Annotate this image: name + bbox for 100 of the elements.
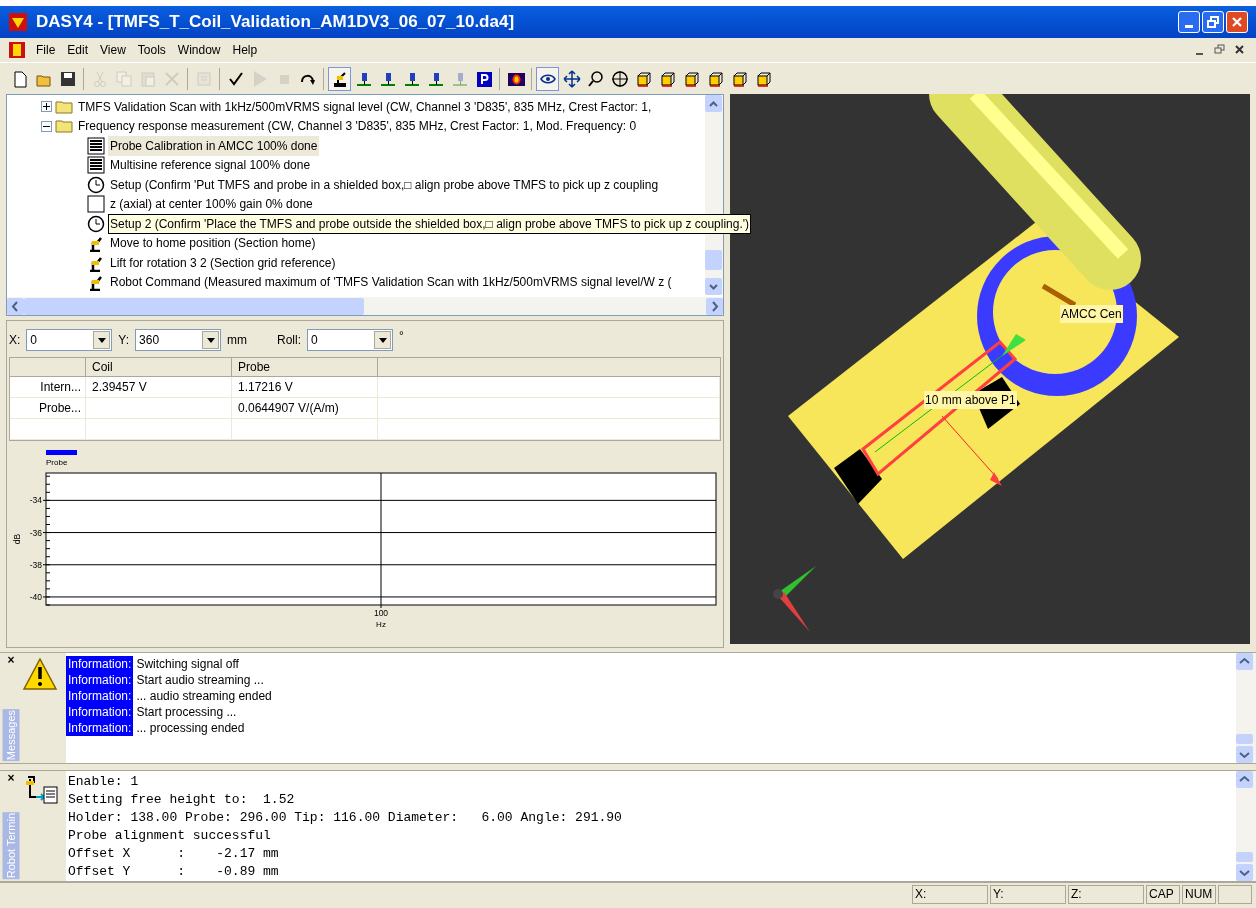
- axis-triad-drawing: [773, 566, 816, 632]
- robot-arm-button[interactable]: [328, 66, 351, 91]
- scroll-down-icon[interactable]: [1236, 746, 1253, 763]
- status-field: Z:: [1068, 885, 1144, 904]
- list-icon: [87, 156, 105, 175]
- message-text: ... audio streaming ended: [135, 688, 272, 705]
- row-header: Intern...: [40, 380, 81, 394]
- horizontal-scrollbar[interactable]: [7, 297, 723, 315]
- tree-item[interactable]: Multisine reference signal 100% done: [108, 155, 313, 176]
- collapse-toggle[interactable]: [41, 120, 52, 132]
- message-level: Information:: [66, 720, 134, 736]
- scrollbar-thumb[interactable]: [705, 250, 722, 270]
- scroll-left-icon[interactable]: [7, 297, 24, 315]
- y-tick-label: -36: [29, 527, 42, 538]
- status-field: [1218, 885, 1252, 904]
- tree-item[interactable]: Probe Calibration in AMCC 100% done: [108, 135, 320, 156]
- vertical-scrollbar[interactable]: [1236, 771, 1256, 881]
- message-level: Information:: [66, 688, 134, 704]
- message-level: Information:: [66, 704, 134, 720]
- tree-item[interactable]: Setup (Confirm 'Put TMFS and probe in a shielded box,□ align probe above TMFS to pick up z coupling: [108, 174, 661, 195]
- app-logo-icon: [8, 12, 28, 32]
- table-cell: 2.39457 V: [92, 380, 147, 394]
- expand-toggle[interactable]: [41, 101, 52, 113]
- tree-item[interactable]: Frequency response measurement (CW, Channel 3 'D835', 835 MHz, Crest Factor: 1, Mod. Frequency: 0: [76, 116, 639, 137]
- clock-icon: [87, 214, 105, 233]
- tree-item[interactable]: Setup 2 (Confirm 'Place the TMFS and probe outside the shielded box,□ align probe above TMFS to pick up z coupling.'): [108, 213, 752, 234]
- field-label: X:: [9, 332, 21, 349]
- cube-icon: [706, 69, 725, 88]
- scroll-up-icon[interactable]: [1236, 653, 1253, 670]
- menu-item[interactable]: Tools: [131, 41, 172, 59]
- scroll-down-icon[interactable]: [1236, 864, 1253, 881]
- dropdown-field[interactable]: 0: [26, 329, 113, 351]
- zoom-icon: [586, 69, 605, 88]
- close-icon: [1231, 16, 1243, 28]
- terminal-line: Offset Y : -0.89 mm: [68, 863, 280, 881]
- scroll-right-icon[interactable]: [706, 297, 723, 315]
- scrollbar-thumb[interactable]: [24, 297, 364, 315]
- y-axis-label: dB: [12, 533, 22, 545]
- tree-item[interactable]: Lift for rotation 3 2 (Section grid reference): [108, 252, 338, 273]
- dropdown-arrow-icon: [378, 337, 387, 343]
- scroll-up-icon[interactable]: [1236, 771, 1253, 788]
- x-axis-label: Hz: [376, 620, 386, 629]
- row-header: Probe...: [38, 401, 81, 415]
- cross-icon: [162, 69, 181, 88]
- status-field: CAP: [1146, 885, 1180, 904]
- tree-item[interactable]: Robot Command (Measured maximum of 'TMFS Validation Scan with 1kHz/500mVRMS signal level/W z (: [108, 272, 674, 293]
- p-letter-icon: [474, 69, 493, 88]
- table-cell: 1.17216 V: [238, 380, 293, 394]
- column-header[interactable]: Probe: [232, 358, 378, 376]
- menu-item[interactable]: Edit: [61, 41, 95, 59]
- message-text: Start processing ...: [135, 704, 237, 721]
- menu-item[interactable]: File: [30, 41, 62, 59]
- scroll-down-icon[interactable]: [709, 283, 718, 290]
- minimize-button[interactable]: [1178, 11, 1200, 33]
- dropdown-arrow-icon: [206, 337, 215, 343]
- scene-label: 10 mm above P1: [924, 391, 1017, 409]
- status-field: Y:: [990, 885, 1066, 904]
- plus-icon: [43, 103, 50, 111]
- scrollbar-thumb[interactable]: [1236, 734, 1253, 744]
- unit-label: mm: [227, 332, 248, 349]
- dropdown-field[interactable]: 0: [307, 329, 394, 351]
- column-header[interactable]: Coil: [86, 358, 232, 376]
- status-field: NUM: [1182, 885, 1216, 904]
- eye-button[interactable]: [536, 66, 559, 91]
- copy-icon: [114, 69, 133, 88]
- close-button[interactable]: [1226, 11, 1248, 33]
- list-icon: [87, 136, 105, 155]
- vertical-scrollbar[interactable]: [1236, 653, 1256, 763]
- terminal-line: Enable: 1: [68, 773, 140, 791]
- scrollbar-thumb[interactable]: [1236, 852, 1253, 862]
- tree-item[interactable]: TMFS Validation Scan with 1kHz/500mVRMS signal level (CW, Channel 3 'D835', 835 MHz, Crest Factor: 1,: [76, 96, 654, 117]
- dropdown-field[interactable]: 360: [135, 329, 222, 351]
- message-level: Information:: [66, 672, 134, 688]
- close-button[interactable]: ×: [7, 771, 15, 785]
- menu-item[interactable]: Help: [226, 41, 264, 59]
- clock-icon: [87, 175, 105, 194]
- menu-item[interactable]: Window: [171, 41, 227, 59]
- cube-icon: [754, 69, 773, 88]
- document-icon: [8, 41, 26, 59]
- close-button[interactable]: ×: [7, 653, 15, 667]
- y-tick-label: -40: [29, 591, 42, 602]
- tree-item[interactable]: z (axial) at center 100% gain 0% done: [108, 194, 315, 215]
- terminal-line: Holder: 138.00 Probe: 296.00 Tip: 116.00 Diameter: 6.00 Angle: 291.90: [68, 809, 623, 827]
- terminal-line: Setting free height to: 1.52: [68, 791, 296, 809]
- clipboard-icon: [138, 69, 157, 88]
- crosshair-icon: [610, 69, 629, 88]
- minimize-icon: [1185, 25, 1193, 28]
- message-text: Switching signal off: [135, 656, 239, 673]
- cube-icon: [658, 69, 677, 88]
- y-tick-label: -38: [29, 559, 42, 570]
- blank-page-icon: [87, 195, 105, 214]
- scene-label: AMCC Cen: [1060, 305, 1123, 323]
- restore-icon[interactable]: [1212, 43, 1228, 57]
- dropdown-arrow-icon: [97, 337, 106, 343]
- restore-button[interactable]: [1202, 11, 1224, 33]
- menu-item[interactable]: View: [94, 41, 132, 59]
- scroll-up-icon[interactable]: [709, 100, 718, 107]
- tree-item[interactable]: Move to home position (Section home): [108, 233, 318, 254]
- message-level: Information:: [66, 656, 134, 672]
- window-title: DASY4 - [TMFS_T_Coil_Validation_AM1DV3_06_07_10.da4]: [36, 11, 515, 34]
